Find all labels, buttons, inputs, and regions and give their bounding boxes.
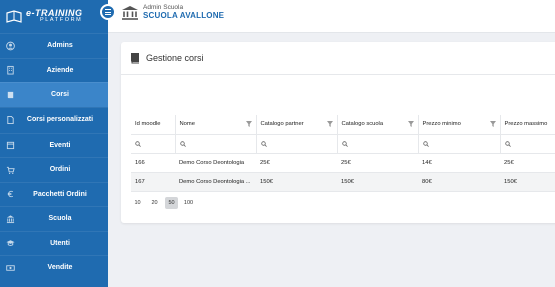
book-icon	[131, 53, 139, 64]
page-size-option[interactable]: 10	[131, 197, 144, 209]
search-icon	[504, 140, 511, 147]
cell-prezzo-massimo: 25€	[500, 153, 555, 173]
cell-catalogo-scuola: 150€	[337, 172, 418, 192]
bank-icon	[6, 215, 15, 223]
column-label: Nome	[179, 121, 195, 128]
cell-prezzo-minimo: 80€	[418, 172, 500, 192]
sidebar-item-label: Admins	[47, 42, 73, 50]
cell-catalogo-partner: 150€	[256, 172, 337, 192]
sidebar-item-label: Corsi personalizzati	[26, 115, 94, 123]
sidebar-nav: Admins Aziende Corsi Corsi personalizzat…	[0, 33, 108, 280]
table-row[interactable]: 167 Demo Corso Deontologia ... 150€ 150€…	[131, 172, 555, 192]
courses-card: Gestione corsi Id moodle Nome Catalogo p…	[121, 42, 555, 223]
building-icon	[7, 66, 14, 75]
courses-table: Id moodle Nome Catalogo partner Catalogo…	[131, 115, 555, 192]
cell-id-moodle: 166	[131, 153, 175, 173]
column-label: Id moodle	[135, 121, 161, 128]
search-icon	[422, 140, 429, 147]
logo[interactable]: e-TRAINING PLATFORM	[0, 0, 108, 33]
column-search-input[interactable]	[337, 134, 419, 154]
calendar-icon	[6, 142, 15, 150]
hamburger-icon-line	[105, 14, 111, 15]
sidebar-item-label: Utenti	[50, 239, 70, 247]
sidebar-item-label: Ordini	[49, 166, 71, 174]
sidebar-item-label: Aziende	[46, 66, 74, 74]
euro-icon	[7, 191, 13, 198]
sidebar-item-label: Eventi	[49, 141, 71, 149]
cell-prezzo-massimo: 150€	[500, 172, 555, 192]
sidebar-item-vendite[interactable]: Vendite	[0, 255, 108, 280]
cell-prezzo-minimo: 14€	[418, 153, 500, 173]
column-label: Prezzo massimo	[504, 121, 548, 128]
sidebar-item-utenti[interactable]: Utenti	[0, 230, 108, 256]
page-size-option-selected[interactable]: 50	[165, 197, 178, 209]
sidebar-item-aziende[interactable]: Aziende	[0, 57, 108, 83]
filter-icon[interactable]	[489, 121, 496, 127]
sidebar-item-scuola[interactable]: Scuola	[0, 206, 108, 231]
sidebar-item-corsi-personalizzati[interactable]: Corsi personalizzati	[0, 106, 108, 133]
filter-icon[interactable]	[245, 121, 252, 127]
column-label: Catalogo partner	[260, 121, 304, 128]
graduation-cap-icon	[6, 240, 15, 247]
page-title: Gestione corsi	[146, 53, 204, 63]
column-search-input[interactable]	[131, 134, 176, 154]
search-icon	[341, 140, 348, 147]
column-label: Catalogo scuola	[341, 121, 384, 128]
brand-tagline: PLATFORM	[40, 17, 83, 24]
book-icon	[7, 91, 14, 98]
hamburger-icon-line	[105, 11, 111, 13]
page-size-option[interactable]: 20	[148, 197, 161, 209]
document-icon	[7, 115, 14, 125]
table-header-row: Id moodle Nome Catalogo partner Catalogo…	[131, 115, 555, 135]
column-header-catalogo-partner[interactable]: Catalogo partner	[256, 115, 338, 135]
page-size-selector: 10 20 50 100	[131, 197, 195, 209]
filter-icon[interactable]	[326, 121, 333, 127]
sidebar-item-ordini[interactable]: Ordini	[0, 157, 108, 182]
top-header: Admin Scuola SCUOLA AVALLONE	[108, 0, 555, 33]
search-icon	[179, 140, 186, 147]
bank-icon	[122, 6, 138, 20]
page-size-option[interactable]: 100	[182, 197, 195, 209]
cell-id-moodle: 167	[131, 172, 175, 192]
user-circle-icon	[6, 41, 15, 51]
sidebar-item-label: Pacchetti Ordini	[33, 190, 87, 198]
sidebar-item-label: Scuola	[48, 215, 72, 223]
sidebar-toggle-button[interactable]	[100, 4, 116, 20]
card-header: Gestione corsi	[121, 42, 555, 75]
cart-icon	[6, 166, 15, 174]
cell-catalogo-partner: 25€	[256, 153, 337, 173]
column-search-input[interactable]	[418, 134, 501, 154]
column-header-catalogo-scuola[interactable]: Catalogo scuola	[337, 115, 419, 135]
sidebar-item-label: Corsi	[51, 91, 69, 99]
column-label: Prezzo minimo	[422, 121, 461, 128]
column-header-prezzo-minimo[interactable]: Prezzo minimo	[418, 115, 501, 135]
sidebar-item-admins[interactable]: Admins	[0, 33, 108, 58]
column-search-input[interactable]	[175, 134, 257, 154]
cell-catalogo-scuola: 25€	[337, 153, 418, 173]
sidebar-item-label: Vendite	[47, 264, 73, 272]
column-header-id-moodle[interactable]: Id moodle	[131, 115, 176, 135]
book-logo-icon	[6, 9, 22, 23]
filter-icon[interactable]	[407, 121, 414, 127]
sidebar-item-corsi[interactable]: Corsi	[0, 82, 108, 107]
search-icon	[260, 140, 267, 147]
cell-nome: Demo Corso Deontologia	[175, 153, 256, 173]
school-info: Admin Scuola SCUOLA AVALLONE	[121, 5, 224, 21]
hamburger-icon	[105, 9, 111, 10]
column-header-nome[interactable]: Nome	[175, 115, 257, 135]
column-search-input[interactable]	[500, 134, 555, 154]
sidebar-item-pacchetti-ordini[interactable]: Pacchetti Ordini	[0, 181, 108, 207]
sidebar-item-eventi[interactable]: Eventi	[0, 132, 108, 158]
table-search-row	[131, 134, 555, 154]
sidebar: e-TRAINING PLATFORM Admins Aziende Corsi…	[0, 0, 108, 287]
cell-nome: Demo Corso Deontologia ...	[175, 172, 256, 192]
money-icon	[6, 265, 15, 271]
column-search-input[interactable]	[256, 134, 338, 154]
table-row[interactable]: 166 Demo Corso Deontologia 25€ 25€ 14€ 2…	[131, 153, 555, 173]
school-name: SCUOLA AVALLONE	[143, 11, 225, 21]
column-header-prezzo-massimo[interactable]: Prezzo massimo	[500, 115, 555, 135]
search-icon	[135, 140, 141, 147]
